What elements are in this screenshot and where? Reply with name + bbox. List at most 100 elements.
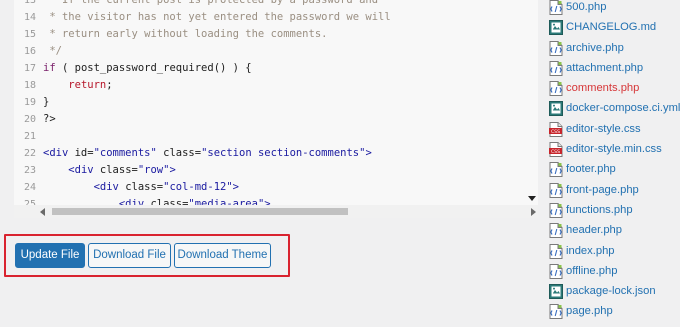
php-file-icon	[549, 263, 563, 279]
line-code: <div class="row">	[43, 162, 176, 179]
code-line[interactable]: 21	[14, 128, 538, 145]
line-code: * the visitor has not yet entered the pa…	[43, 9, 390, 26]
download-theme-button[interactable]: Download Theme	[174, 243, 271, 268]
file-link[interactable]: offline.php	[566, 261, 617, 281]
php-file-icon	[549, 81, 563, 97]
file-item[interactable]: 500.php	[548, 0, 680, 17]
scrollbar-thumb[interactable]	[52, 208, 348, 215]
file-link[interactable]: page.php	[566, 301, 613, 321]
text-file-icon	[549, 284, 563, 300]
line-code: ?>	[43, 111, 56, 128]
file-link[interactable]: index.php	[566, 241, 615, 261]
file-link[interactable]: CHANGELOG.md	[566, 17, 656, 37]
line-number: 14	[23, 12, 36, 23]
file-link[interactable]: editor-style.min.css	[566, 139, 662, 159]
code-token: */	[43, 45, 62, 57]
line-number: 13	[23, 0, 36, 6]
code-line[interactable]: 23 <div class="row">	[14, 162, 538, 179]
scroll-down-arrow[interactable]	[528, 196, 536, 201]
code-token: <div	[68, 164, 100, 176]
file-item[interactable]: footer.php	[548, 159, 680, 179]
code-line[interactable]: 15 * return early without loading the co…	[14, 26, 538, 43]
scroll-right-arrow[interactable]	[531, 208, 536, 216]
line-number: 16	[23, 46, 36, 57]
line-number: 18	[23, 80, 36, 91]
line-code: if ( post_password_required() ) {	[43, 60, 252, 77]
code-token: >	[365, 147, 372, 159]
code-line[interactable]: 14 * the visitor has not yet entered the…	[14, 9, 538, 26]
file-item[interactable]: front-page.php	[548, 180, 680, 200]
file-item[interactable]: CHANGELOG.md	[548, 17, 680, 37]
scroll-left-arrow[interactable]	[40, 208, 45, 216]
code-token: * If the current post is protected by a …	[43, 0, 379, 6]
code-area[interactable]: 13 * If the current post is protected by…	[14, 0, 538, 218]
code-line[interactable]: 13 * If the current post is protected by…	[14, 0, 538, 9]
code-line[interactable]: 22 <div id="comments" class="section sect…	[14, 145, 538, 162]
line-number: 21	[23, 131, 36, 142]
file-link[interactable]: package-lock.json	[566, 281, 656, 301]
code-token: if	[43, 62, 56, 74]
code-line[interactable]: 20 ?>	[14, 111, 538, 128]
file-link[interactable]: front-page.php	[566, 180, 639, 200]
line-number: 23	[23, 165, 36, 176]
php-file-icon	[549, 223, 563, 239]
file-item[interactable]: archive.php	[548, 38, 680, 58]
file-link[interactable]: docker-compose.ci.yml	[566, 98, 680, 118]
code-line[interactable]: 18 return;	[14, 77, 538, 94]
php-file-icon	[549, 60, 563, 76]
code-token: id=	[74, 147, 94, 159]
file-link[interactable]: footer.php	[566, 159, 616, 179]
php-file-icon	[549, 202, 563, 218]
file-item[interactable]: attachment.php	[548, 58, 680, 78]
file-item[interactable]: CSS editor-style.css	[548, 119, 680, 139]
code-line[interactable]: 17 if ( post_password_required() ) {	[14, 60, 538, 77]
code-token: ;	[106, 79, 113, 91]
file-link[interactable]: functions.php	[566, 200, 633, 220]
line-code: * If the current post is protected by a …	[43, 0, 378, 9]
update-file-button[interactable]: Update File	[15, 243, 85, 268]
file-item[interactable]: header.php	[548, 220, 680, 240]
file-item[interactable]: functions.php	[548, 200, 680, 220]
file-link[interactable]: editor-style.css	[566, 119, 641, 139]
code-line[interactable]: 16 */	[14, 43, 538, 60]
code-editor[interactable]: 13 * If the current post is protected by…	[14, 0, 538, 218]
file-link[interactable]: attachment.php	[566, 58, 643, 78]
line-code: * return early without loading the comme…	[43, 26, 327, 43]
line-code: <div class="col-md-12">	[43, 179, 239, 196]
line-number: 19	[23, 97, 36, 108]
code-token: >	[169, 164, 176, 176]
text-file-icon	[549, 101, 563, 117]
code-line[interactable]: 19}	[14, 94, 538, 111]
css-file-icon: CSS	[549, 142, 563, 158]
php-file-icon	[549, 304, 563, 320]
file-item[interactable]: page.php	[548, 301, 680, 321]
theme-file-list: 500.php CHANGELOG.md archive.php attachment…	[548, 0, 680, 322]
code-token: "row"	[137, 164, 170, 176]
code-token: class=	[99, 164, 138, 176]
file-link[interactable]: 500.php	[566, 0, 606, 17]
code-token: "section section-comments"	[201, 147, 366, 159]
code-token: return	[68, 79, 107, 91]
horizontal-scrollbar[interactable]	[14, 205, 538, 218]
code-line[interactable]: 24 <div class="col-md-12">	[14, 179, 538, 196]
file-item[interactable]: docker-compose.ci.yml	[548, 98, 680, 118]
code-token: "col-md-12"	[163, 181, 233, 193]
line-code: */	[43, 43, 62, 60]
file-item[interactable]: offline.php	[548, 261, 680, 281]
code-token: <div	[43, 147, 75, 159]
file-link[interactable]: archive.php	[566, 38, 624, 58]
file-item[interactable]: CSS editor-style.min.css	[548, 139, 680, 159]
file-link[interactable]: header.php	[566, 220, 622, 240]
file-item[interactable]: package-lock.json	[548, 281, 680, 301]
php-file-icon	[549, 0, 563, 15]
php-file-icon	[549, 243, 563, 259]
svg-text:CSS: CSS	[551, 149, 560, 155]
svg-text:CSS: CSS	[551, 129, 560, 135]
file-item[interactable]: comments.php	[548, 78, 680, 98]
file-item[interactable]: index.php	[548, 241, 680, 261]
download-file-button[interactable]: Download File	[88, 243, 171, 268]
file-link[interactable]: comments.php	[566, 78, 639, 98]
line-number: 24	[23, 182, 36, 193]
code-token: >	[232, 181, 239, 193]
